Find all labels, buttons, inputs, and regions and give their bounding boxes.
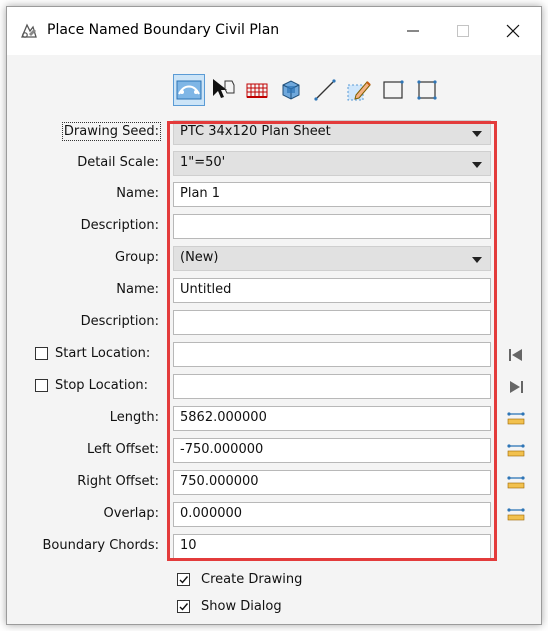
length-label: Length:	[109, 410, 159, 425]
length-row: Length: 5862.000000	[7, 404, 541, 434]
measure-distance-icon	[507, 508, 525, 521]
select-element-icon	[213, 79, 235, 98]
start-location-row: Start Location:	[7, 340, 541, 370]
measure-distance-icon	[507, 476, 525, 489]
drawing-seed-label: Drawing Seed:	[61, 122, 162, 141]
start-location-pick-button[interactable]	[507, 346, 525, 364]
rectangle-icon	[383, 80, 404, 99]
line-icon	[314, 79, 336, 101]
skip-end-icon	[510, 381, 523, 393]
civil-plan-tool-icon	[176, 80, 202, 100]
name-row: Name: Plan 1	[7, 180, 541, 210]
right-offset-label: Right Offset:	[77, 474, 159, 489]
drawing-seed-value: PTC 34x120 Plan Sheet	[180, 124, 331, 139]
group-label: Group:	[115, 250, 159, 265]
window-title: Place Named Boundary Civil Plan	[47, 22, 280, 38]
length-input[interactable]: 5862.000000	[173, 406, 491, 431]
overlap-row: Overlap: 0.000000	[7, 500, 541, 530]
boundary-chords-row: Boundary Chords: 10	[7, 532, 541, 562]
stop-location-label: Stop Location:	[55, 378, 149, 393]
detail-scale-row: Detail Scale: 1"=50'	[7, 149, 541, 179]
show-dialog-label: Show Dialog	[201, 599, 282, 614]
group-value: (New)	[180, 250, 219, 265]
create-drawing-row: Create Drawing	[7, 566, 541, 596]
chevron-down-icon	[472, 131, 482, 137]
description-label: Description:	[80, 218, 159, 233]
description-input[interactable]	[173, 214, 491, 239]
stop-location-row: Stop Location:	[7, 372, 541, 402]
overlap-input[interactable]: 0.000000	[173, 502, 491, 527]
close-icon	[506, 24, 520, 38]
left-offset-row: Left Offset: -750.000000	[7, 436, 541, 466]
maximize-icon	[457, 25, 469, 37]
minimize-icon	[407, 30, 419, 32]
detail-scale-value: 1"=50'	[180, 155, 226, 170]
group-description-input[interactable]	[173, 310, 491, 335]
group-name-row: Name: Untitled	[7, 276, 541, 306]
skip-start-icon	[509, 349, 522, 361]
grid-icon	[246, 83, 268, 98]
create-drawing-checkbox[interactable]	[177, 573, 190, 586]
group-name-input[interactable]: Untitled	[173, 278, 491, 303]
left-offset-label: Left Offset:	[86, 442, 159, 457]
drawing-seed-select[interactable]: PTC 34x120 Plan Sheet	[173, 120, 491, 145]
start-location-label: Start Location:	[55, 346, 151, 361]
length-measure-button[interactable]	[507, 409, 525, 427]
right-offset-measure-button[interactable]	[507, 473, 525, 491]
show-dialog-row: Show Dialog	[7, 593, 541, 623]
detail-scale-select[interactable]: 1"=50'	[173, 151, 491, 176]
measure-distance-icon	[507, 412, 525, 425]
group-name-label: Name:	[116, 282, 159, 297]
right-offset-row: Right Offset: 750.000000	[7, 468, 541, 498]
detail-scale-label: Detail Scale:	[77, 155, 159, 170]
group-select[interactable]: (New)	[173, 246, 491, 271]
checkmark-icon	[179, 603, 189, 611]
tool-toolbar	[173, 71, 495, 109]
civil-plan-tool-button[interactable]	[173, 74, 205, 106]
group-description-row: Description:	[7, 308, 541, 338]
start-location-input[interactable]	[173, 342, 491, 367]
grid-button[interactable]	[241, 74, 273, 106]
measure-distance-icon	[507, 444, 525, 457]
close-button[interactable]	[491, 15, 535, 47]
show-dialog-checkbox[interactable]	[177, 600, 190, 613]
name-label: Name:	[116, 186, 159, 201]
boundary-chords-input[interactable]: 10	[173, 534, 491, 559]
minimize-button[interactable]	[391, 15, 435, 47]
stop-location-input[interactable]	[173, 374, 491, 399]
start-location-checkbox[interactable]	[35, 347, 48, 360]
chevron-down-icon	[472, 162, 482, 168]
select-element-button[interactable]	[207, 74, 239, 106]
left-offset-measure-button[interactable]	[507, 441, 525, 459]
shape-button[interactable]	[411, 74, 443, 106]
name-input[interactable]: Plan 1	[173, 182, 491, 207]
title-bar[interactable]: Place Named Boundary Civil Plan	[7, 7, 541, 55]
pencil-icon	[347, 81, 371, 101]
rectangle-button[interactable]	[377, 74, 409, 106]
checkmark-icon	[179, 576, 189, 584]
group-description-label: Description:	[80, 314, 159, 329]
drawing-seed-row: Drawing Seed: PTC 34x120 Plan Sheet	[7, 118, 541, 148]
stop-location-pick-button[interactable]	[507, 378, 525, 396]
right-offset-input[interactable]: 750.000000	[173, 470, 491, 495]
chevron-down-icon	[472, 257, 482, 263]
maximize-button[interactable]	[441, 15, 485, 47]
pencil-button[interactable]	[343, 74, 375, 106]
dialog-window: Place Named Boundary Civil Plan Drawing …	[6, 6, 542, 625]
boundary-chords-label: Boundary Chords:	[42, 538, 159, 553]
shape-icon	[417, 80, 437, 100]
left-offset-input[interactable]: -750.000000	[173, 438, 491, 463]
description-row: Description:	[7, 212, 541, 242]
overlap-measure-button[interactable]	[507, 505, 525, 523]
civil-plan-icon	[19, 21, 39, 41]
3d-box-button[interactable]	[275, 74, 307, 106]
line-button[interactable]	[309, 74, 341, 106]
3d-box-icon	[282, 80, 300, 100]
group-row: Group: (New)	[7, 244, 541, 274]
create-drawing-label: Create Drawing	[201, 572, 303, 587]
stop-location-checkbox[interactable]	[35, 379, 48, 392]
overlap-label: Overlap:	[103, 506, 159, 521]
